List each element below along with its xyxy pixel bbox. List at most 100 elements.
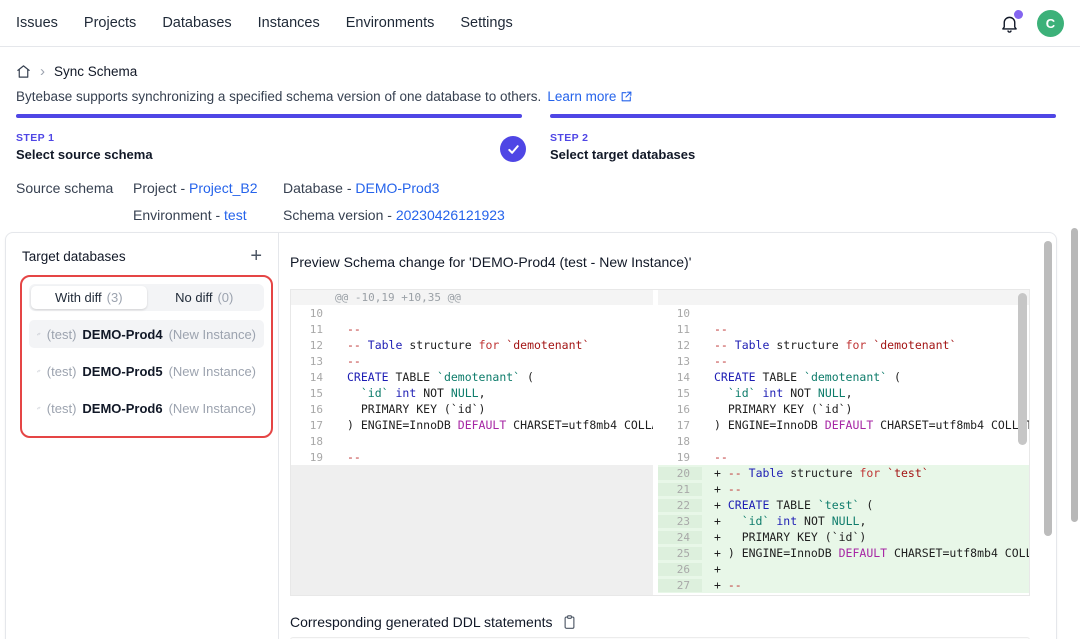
db-name: DEMO-Prod6	[82, 401, 162, 416]
code-line: 12-- Table structure for `demotenant`	[291, 337, 653, 353]
line-content: + -- Table structure for `test`	[702, 466, 1029, 480]
line-number: 15	[291, 387, 335, 400]
clipboard-icon	[562, 614, 577, 630]
line-content: + PRIMARY KEY (`id`)	[702, 530, 1029, 544]
step-1-label: STEP 1	[16, 132, 522, 144]
intro-text: Bytebase supports synchronizing a specif…	[16, 89, 633, 104]
chevron-right-icon: ›	[40, 64, 45, 79]
code-line: 19--	[658, 449, 1029, 465]
step-1: STEP 1 Select source schema	[16, 114, 522, 162]
code-line: 16 PRIMARY KEY (`id`)	[658, 401, 1029, 417]
editor-scrollbar[interactable]	[1018, 293, 1027, 445]
source-schema-label: Source schema	[16, 180, 113, 196]
tab-no-diff-count: (0)	[217, 290, 233, 305]
project-label: Project -	[133, 180, 189, 196]
page-scrollbar[interactable]	[1071, 228, 1078, 522]
code-line: 18	[291, 433, 653, 449]
nav-item-issues[interactable]: Issues	[16, 15, 58, 31]
target-database-list: (test)DEMO-Prod4(New Instance)(test)DEMO…	[27, 320, 266, 422]
code-line: 11--	[658, 321, 1029, 337]
target-database-item-demo-prod4[interactable]: (test)DEMO-Prod4(New Instance)	[29, 320, 264, 348]
line-content: + --	[702, 482, 1029, 496]
code-line: 17) ENGINE=InnoDB DEFAULT CHARSET=utf8mb…	[291, 417, 653, 433]
add-target-database-button[interactable]: +	[250, 246, 262, 266]
check-icon	[507, 143, 520, 156]
environment-link[interactable]: test	[224, 207, 247, 223]
line-content: `id` int NOT NULL,	[335, 386, 653, 400]
target-databases-title: Target databases	[22, 249, 126, 264]
code-line: 24+ PRIMARY KEY (`id`)	[658, 529, 1029, 545]
line-content: ) ENGINE=InnoDB DEFAULT CHARSET=utf8mb4 …	[335, 418, 653, 432]
db-suffix: (New Instance)	[169, 327, 256, 342]
line-number: 13	[291, 355, 335, 368]
line-content: PRIMARY KEY (`id`)	[702, 402, 1029, 416]
tab-no-diff-label: No diff	[175, 290, 212, 305]
code-line: 19--	[291, 449, 653, 465]
line-number: 14	[658, 371, 702, 384]
intro-sentence: Bytebase supports synchronizing a specif…	[16, 89, 541, 104]
line-number: 18	[658, 435, 702, 448]
code-line: 16 PRIMARY KEY (`id`)	[291, 401, 653, 417]
line-content: +	[702, 562, 1029, 576]
source-database-field: Database - DEMO-Prod3	[283, 180, 439, 196]
code-line: 10	[658, 305, 1029, 321]
line-number: 11	[658, 323, 702, 336]
copy-ddl-button[interactable]	[562, 614, 577, 630]
line-content: -- Table structure for `demotenant`	[702, 338, 1029, 352]
step-1-bar	[16, 114, 522, 118]
learn-more-link[interactable]: Learn more	[547, 89, 616, 104]
line-content: --	[335, 322, 653, 336]
nav-item-instances[interactable]: Instances	[258, 15, 320, 31]
external-link-icon[interactable]	[620, 90, 633, 103]
db-suffix: (New Instance)	[169, 364, 256, 379]
database-label: Database -	[283, 180, 355, 196]
database-link[interactable]: DEMO-Prod3	[355, 180, 439, 196]
line-number: 11	[291, 323, 335, 336]
diff-pane-original: @@ -10,19 +10,35 @@ 1011--12-- Table str…	[291, 290, 653, 595]
code-line: 18	[658, 433, 1029, 449]
line-content: + CREATE TABLE `test` (	[702, 498, 1029, 512]
line-number: 22	[658, 499, 702, 512]
tab-with-diff[interactable]: With diff (3)	[31, 286, 147, 309]
tab-with-diff-count: (3)	[107, 290, 123, 305]
line-number: 25	[658, 547, 702, 560]
nav-item-environments[interactable]: Environments	[346, 15, 435, 31]
line-content: CREATE TABLE `demotenant` (	[335, 370, 653, 384]
nav-item-settings[interactable]: Settings	[460, 15, 512, 31]
line-content: --	[702, 322, 1029, 336]
mysql-icon	[37, 401, 41, 415]
line-number: 20	[658, 467, 702, 480]
nav-item-databases[interactable]: Databases	[162, 15, 231, 31]
line-content: --	[702, 354, 1029, 368]
line-number: 10	[658, 307, 702, 320]
db-name: DEMO-Prod4	[82, 327, 162, 342]
ddl-statements-row: Corresponding generated DDL statements	[290, 614, 577, 630]
code-line: 17) ENGINE=InnoDB DEFAULT CHARSET=utf8mb…	[658, 417, 1029, 433]
panel-scrollbar[interactable]	[1044, 241, 1052, 536]
tab-no-diff[interactable]: No diff (0)	[147, 286, 263, 309]
notifications-button[interactable]	[997, 11, 1021, 35]
line-number: 15	[658, 387, 702, 400]
code-line: 22+ CREATE TABLE `test` (	[658, 497, 1029, 513]
line-number: 27	[658, 579, 702, 592]
code-line: 10	[291, 305, 653, 321]
target-database-item-demo-prod6[interactable]: (test)DEMO-Prod6(New Instance)	[29, 394, 264, 422]
line-number: 21	[658, 483, 702, 496]
target-database-item-demo-prod5[interactable]: (test)DEMO-Prod5(New Instance)	[29, 357, 264, 385]
code-line: 26+	[658, 561, 1029, 577]
ddl-statements-label: Corresponding generated DDL statements	[290, 614, 553, 630]
avatar[interactable]: C	[1037, 10, 1064, 37]
line-content: -- Table structure for `demotenant`	[335, 338, 653, 352]
line-number: 18	[291, 435, 335, 448]
line-number: 14	[291, 371, 335, 384]
line-number: 17	[658, 419, 702, 432]
db-environment: (test)	[47, 364, 77, 379]
line-number: 10	[291, 307, 335, 320]
home-icon[interactable]	[16, 64, 31, 79]
line-content: + --	[702, 578, 1029, 592]
line-number: 26	[658, 563, 702, 576]
nav-item-projects[interactable]: Projects	[84, 15, 136, 31]
diff-pane-modified: 1011--12-- Table structure for `demotena…	[658, 290, 1029, 595]
schema-version-link[interactable]: 20230426121923	[396, 207, 505, 223]
project-link[interactable]: Project_B2	[189, 180, 257, 196]
